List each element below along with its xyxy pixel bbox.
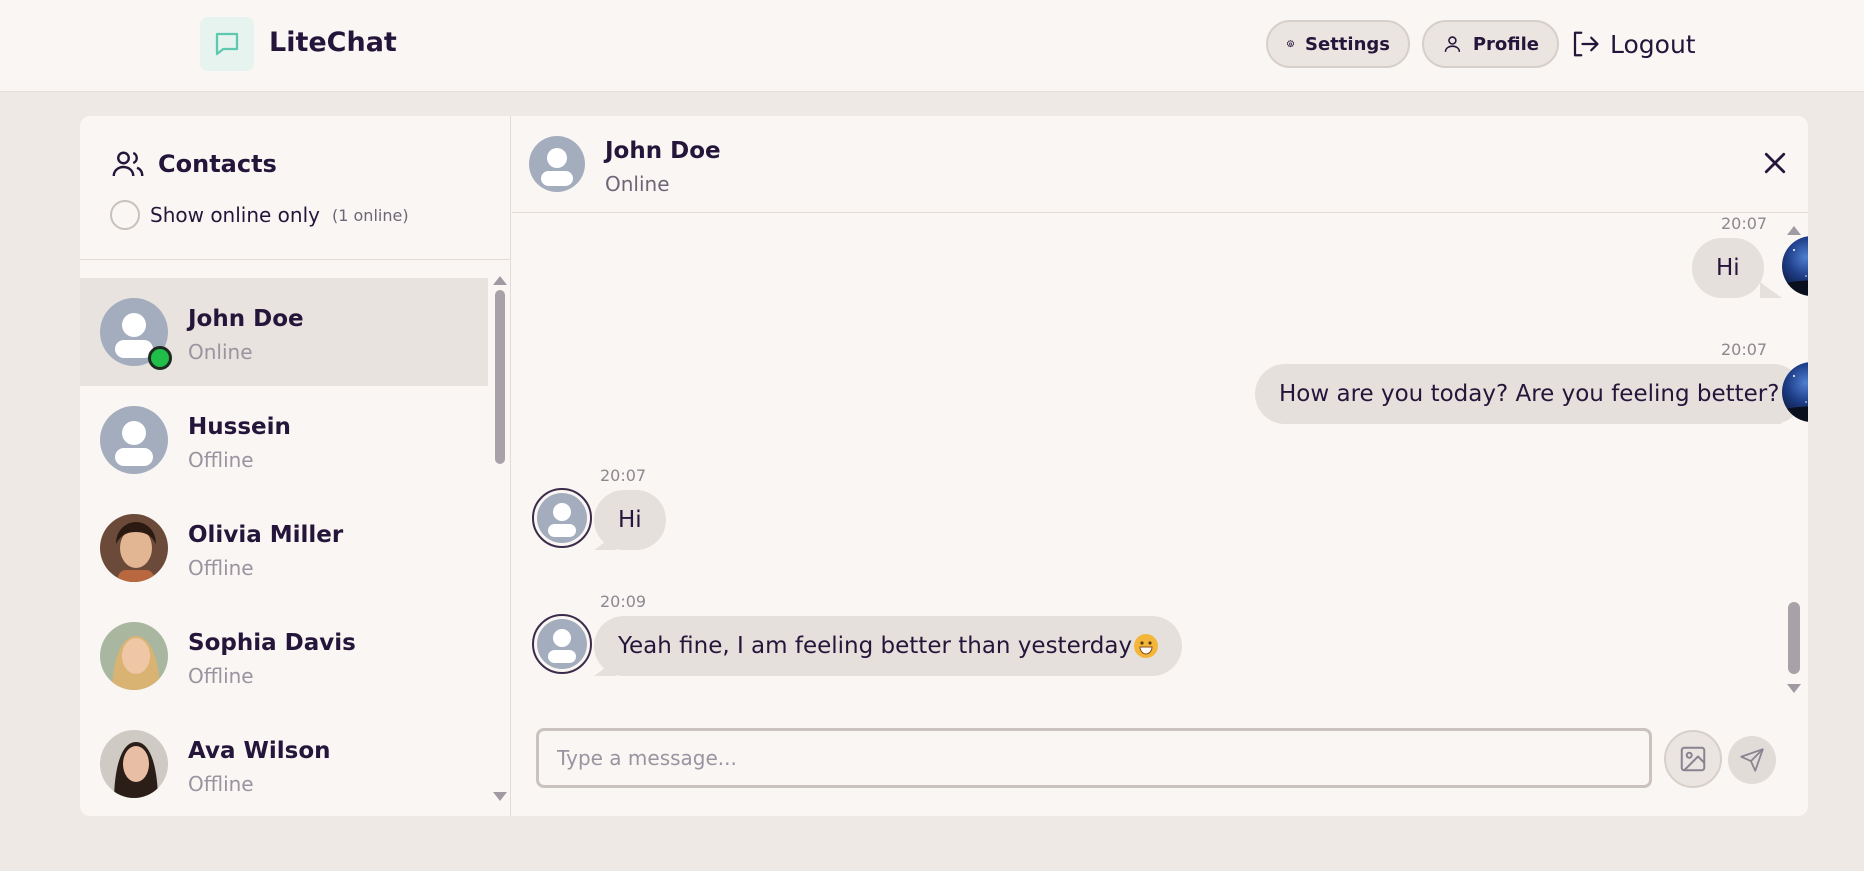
send-icon (1740, 748, 1764, 772)
contact-status: Online (188, 340, 253, 364)
attach-image-button[interactable] (1664, 730, 1722, 788)
message-time: 20:07 (1721, 340, 1768, 359)
chat-contact-name: John Doe (605, 138, 721, 164)
contact-item[interactable]: John Doe Online (80, 278, 488, 386)
message-text: Yeah fine, I am feeling better than yest… (618, 633, 1133, 659)
message-time: 20:09 (600, 592, 647, 611)
scroll-down-arrow-icon[interactable] (1787, 684, 1801, 693)
bubble-tail (1760, 408, 1782, 424)
message-time: 20:07 (600, 466, 647, 485)
contact-name: Olivia Miller (188, 522, 344, 548)
message-time: 20:07 (1721, 214, 1768, 233)
close-icon[interactable] (1760, 148, 1790, 178)
logout-button[interactable]: Logout (1570, 22, 1696, 66)
message-list: 20:07 Hi 20:07 How are you today? Are yo… (512, 214, 1808, 704)
contacts-scrollbar[interactable] (492, 272, 508, 812)
contact-status: Offline (188, 664, 254, 688)
message-composer (512, 716, 1808, 816)
contact-name: John Doe (188, 306, 304, 332)
scroll-up-arrow-icon[interactable] (493, 276, 507, 285)
logout-label: Logout (1610, 29, 1696, 59)
logo[interactable] (200, 17, 254, 71)
chat-contact-status: Online (605, 172, 670, 196)
chat-panel: John Doe Online 20:07 Hi 20:07 How are y… (512, 116, 1808, 816)
contact-item[interactable]: Sophia Davis Offline (80, 602, 488, 710)
contacts-title: Contacts (110, 146, 277, 182)
photo-avatar (100, 514, 168, 582)
contact-status: Offline (188, 772, 254, 796)
default-avatar-icon (100, 406, 168, 474)
profile-label: Profile (1472, 33, 1539, 55)
contact-item[interactable]: Olivia Miller Offline (80, 494, 488, 602)
send-button[interactable] (1728, 736, 1776, 784)
settings-label: Settings (1305, 33, 1390, 55)
grinning-face-icon (1134, 634, 1159, 658)
contacts-title-label: Contacts (158, 150, 277, 178)
contact-name: Hussein (188, 414, 291, 440)
chat-card: Contacts Show online only (1 online) Joh… (80, 116, 1808, 816)
online-status-dot (148, 346, 172, 370)
contact-name: Ava Wilson (188, 738, 331, 764)
settings-button[interactable]: Settings (1266, 20, 1410, 68)
gear-icon (1286, 39, 1295, 48)
online-filter-label: Show online only (150, 203, 320, 227)
image-icon (1680, 746, 1706, 772)
profile-button[interactable]: Profile (1422, 20, 1559, 68)
app-name: LiteChat (269, 27, 397, 58)
contact-list: John Doe Online Hussein Offline Olivia M… (80, 278, 488, 816)
scrollbar-thumb[interactable] (1788, 602, 1800, 674)
photo-avatar (100, 730, 168, 798)
chat-header: John Doe Online (512, 116, 1808, 213)
chat-bubble-icon (215, 32, 239, 56)
users-icon (112, 151, 144, 177)
photo-avatar (100, 622, 168, 690)
self-avatar (1782, 236, 1808, 296)
contact-avatar (532, 614, 592, 674)
message-bubble-sent: Hi (1692, 238, 1764, 298)
scroll-down-arrow-icon[interactable] (493, 792, 507, 801)
contact-name: Sophia Davis (188, 630, 356, 656)
contact-status: Offline (188, 556, 254, 580)
contact-status: Offline (188, 448, 254, 472)
contact-item[interactable]: Ava Wilson Offline (80, 710, 488, 816)
online-only-radio[interactable] (110, 200, 140, 230)
top-bar: LiteChat Settings Profile Logout (0, 0, 1864, 92)
online-count: (1 online) (332, 205, 409, 225)
contact-avatar (532, 488, 592, 548)
contacts-header: Contacts Show online only (1 online) (80, 116, 510, 260)
scroll-up-arrow-icon[interactable] (1787, 226, 1801, 235)
message-bubble-received: Hi (594, 490, 666, 550)
message-bubble-received: Yeah fine, I am feeling better than yest… (594, 616, 1183, 676)
user-icon (1444, 36, 1461, 52)
message-input[interactable] (536, 728, 1652, 788)
contacts-sidebar: Contacts Show online only (1 online) Joh… (80, 116, 511, 816)
message-bubble-sent: How are you today? Are you feeling bette… (1255, 364, 1804, 424)
contact-item[interactable]: Hussein Offline (80, 386, 488, 494)
scrollbar-thumb[interactable] (495, 290, 505, 464)
default-avatar-icon (529, 136, 585, 192)
online-filter[interactable]: Show online only (1 online) (110, 200, 409, 230)
bubble-tail (1760, 282, 1782, 298)
logout-icon (1573, 31, 1599, 57)
